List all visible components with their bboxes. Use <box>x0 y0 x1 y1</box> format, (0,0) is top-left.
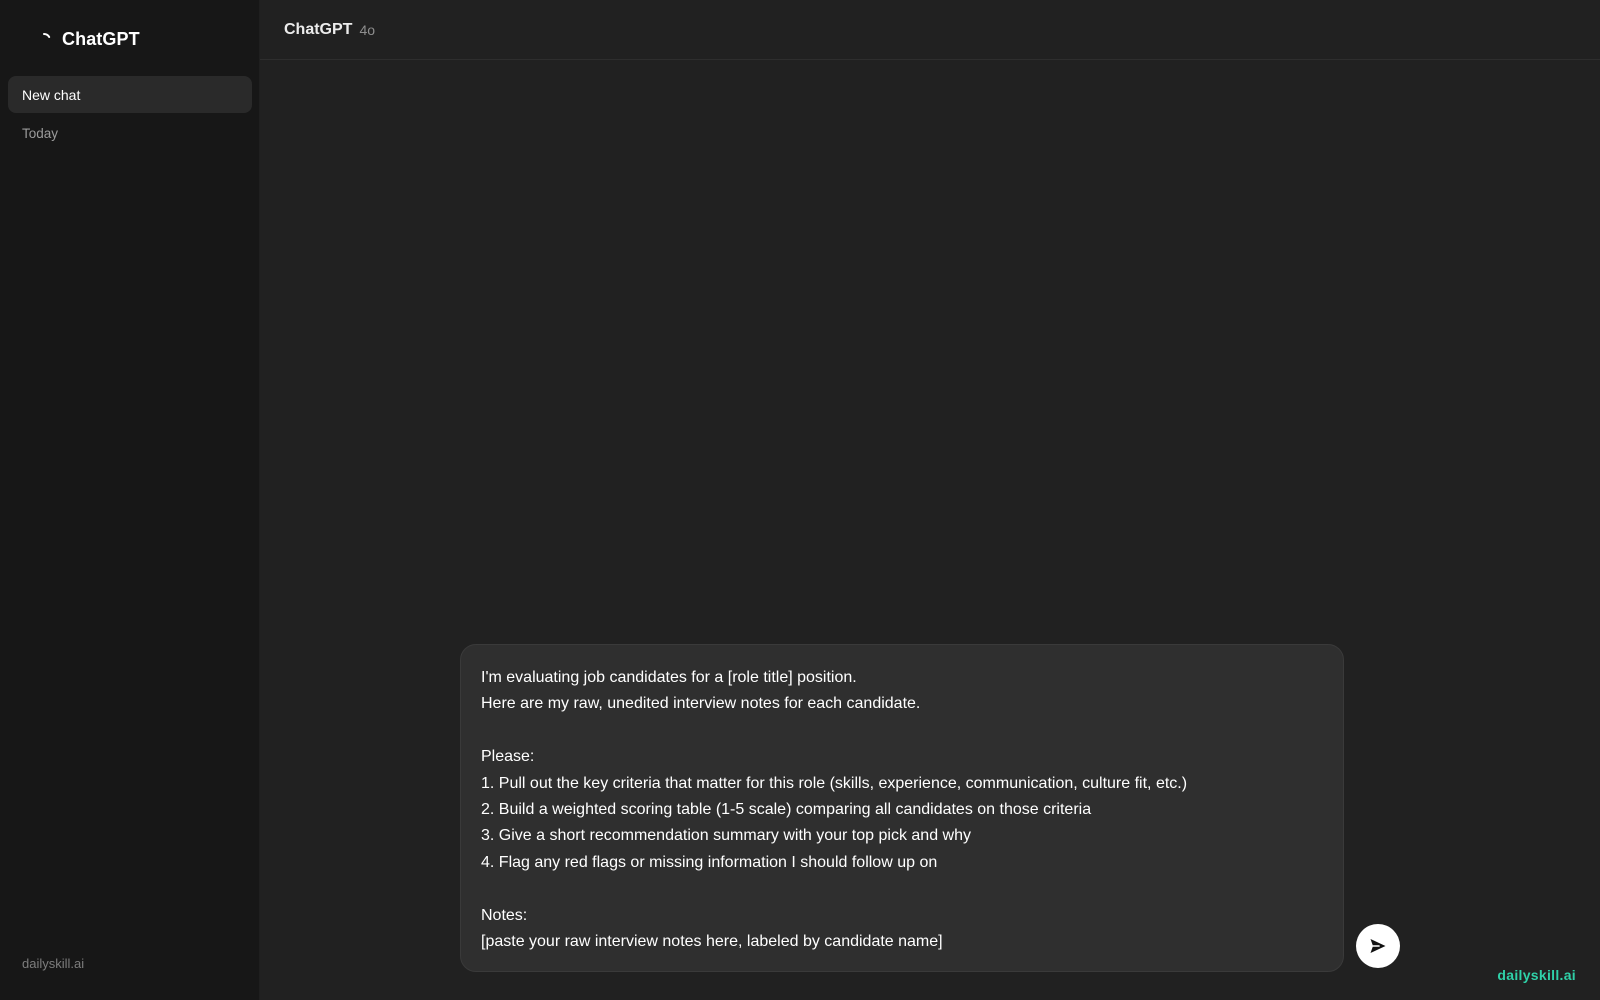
top-bar: ChatGPT 4o <box>260 0 1600 60</box>
sidebar-footer-brand: dailyskill.ai <box>22 956 85 971</box>
brand[interactable]: ChatGPT <box>36 29 140 50</box>
sidebar: ChatGPT New chat Today dailyskill.ai <box>0 0 260 1000</box>
message-composer[interactable]: I'm evaluating job candidates for a [rol… <box>460 644 1344 972</box>
main-panel: ChatGPT 4o I'm evaluating job candidates… <box>260 0 1600 1000</box>
send-button[interactable] <box>1356 924 1400 968</box>
model-name[interactable]: ChatGPT <box>284 21 352 39</box>
brand-name: ChatGPT <box>62 29 140 49</box>
prompt-input[interactable]: I'm evaluating job candidates for a [rol… <box>481 665 1323 955</box>
loading-spinner-icon <box>43 32 51 38</box>
model-version[interactable]: 4o <box>359 22 375 38</box>
send-arrow-icon <box>1370 939 1386 953</box>
history-section-label: Today <box>22 126 59 141</box>
app-window: ChatGPT New chat Today dailyskill.ai Cha… <box>0 0 1600 1000</box>
watermark: dailyskill.ai <box>1497 967 1576 983</box>
new-chat-button[interactable]: New chat <box>8 76 252 113</box>
